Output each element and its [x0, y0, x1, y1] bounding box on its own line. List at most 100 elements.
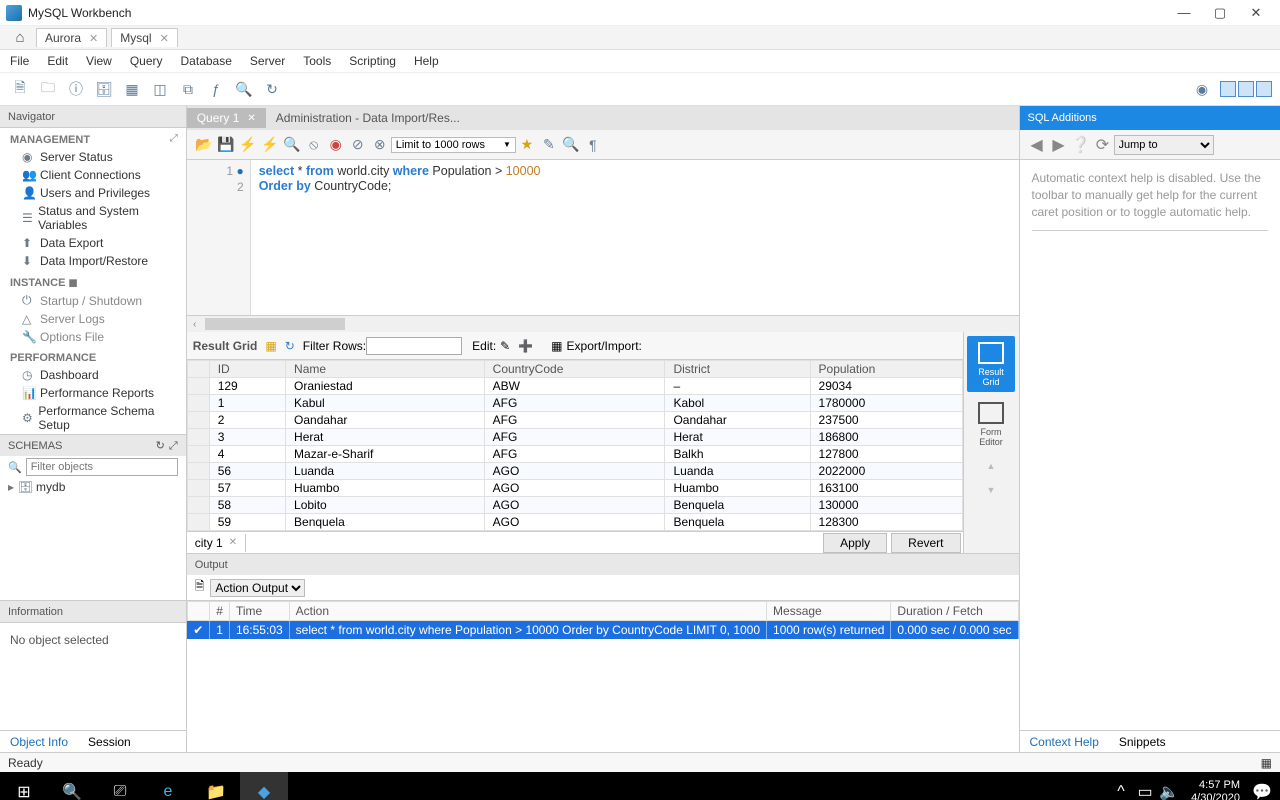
menu-file[interactable]: File — [10, 54, 29, 68]
result-grid[interactable]: ID Name CountryCode District Population … — [187, 360, 963, 531]
rollback-icon[interactable]: ⊘ — [347, 134, 369, 156]
connection-tab-mysql[interactable]: Mysql✕ — [111, 28, 178, 47]
table-row[interactable]: 59BenquelaAGOBenquela128300 — [187, 514, 962, 531]
nav-server-status[interactable]: ◉Server Status — [0, 148, 186, 166]
col-countrycode[interactable]: CountryCode — [484, 361, 665, 378]
save-icon[interactable]: 💾 — [215, 134, 237, 156]
apply-button[interactable]: Apply — [823, 533, 887, 553]
nav-dashboard[interactable]: ◷Dashboard — [0, 366, 186, 384]
table-row[interactable]: 57HuamboAGOHuambo163100 — [187, 480, 962, 497]
col-id[interactable]: ID — [209, 361, 285, 378]
nav-startup-shutdown[interactable]: ⏻Startup / Shutdown — [0, 291, 186, 310]
expand-icon[interactable]: ⤢ — [170, 133, 186, 144]
workbench-taskbar-icon[interactable]: ◆ — [240, 772, 288, 800]
round-icon[interactable]: ◉ — [1190, 77, 1214, 101]
table-row[interactable]: 56LuandaAGOLuanda2022000 — [187, 463, 962, 480]
menu-server[interactable]: Server — [250, 54, 285, 68]
beautify-icon[interactable]: ✎ — [538, 134, 560, 156]
sql-editor[interactable]: 1 ● 2 select * from world.city where Pop… — [187, 160, 1019, 316]
create-table-icon[interactable]: ▦ — [120, 77, 144, 101]
output-grid[interactable]: # Time Action Message Duration / Fetch ✔… — [187, 601, 1019, 639]
toggle-bottom-panel-button[interactable] — [1238, 81, 1254, 97]
table-row[interactable]: 129OraniestadABW–29034 — [187, 378, 962, 395]
editor-tab-admin[interactable]: Administration - Data Import/Res... — [266, 108, 470, 128]
next-icon[interactable]: ▶ — [1048, 135, 1070, 155]
refresh-icon[interactable]: ↻ — [156, 440, 165, 452]
execute-icon[interactable]: ⚡ — [237, 134, 259, 156]
minimize-button[interactable]: — — [1166, 5, 1202, 20]
menu-view[interactable]: View — [86, 54, 112, 68]
wrap-icon[interactable]: ¶ — [582, 134, 604, 156]
notifications-icon[interactable]: 💬 — [1250, 772, 1274, 800]
tab-snippets[interactable]: Snippets — [1109, 733, 1176, 751]
nav-server-logs[interactable]: △Server Logs — [0, 310, 186, 328]
create-schema-icon[interactable]: 🗄 — [92, 77, 116, 101]
maximize-button[interactable]: ▢ — [1202, 5, 1238, 21]
form-editor-view-button[interactable]: Form Editor — [967, 396, 1015, 452]
menu-scripting[interactable]: Scripting — [349, 54, 396, 68]
help-icon[interactable]: ❔ — [1070, 135, 1092, 155]
output-row[interactable]: ✔ 1 16:55:03 select * from world.city wh… — [187, 621, 1018, 640]
favorite-icon[interactable]: ★ — [516, 134, 538, 156]
nav-users-privileges[interactable]: 👤Users and Privileges — [0, 184, 186, 202]
schema-filter-input[interactable] — [26, 458, 178, 476]
home-icon[interactable]: ⌂ — [8, 29, 32, 46]
nav-data-export[interactable]: ⬆Data Export — [0, 234, 186, 252]
table-row[interactable]: 2OandaharAFGOandahar237500 — [187, 412, 962, 429]
result-tab-city1[interactable]: city 1✕ — [187, 534, 246, 552]
grid-icon[interactable]: ▦ — [265, 339, 276, 353]
commit-icon[interactable]: ◉ — [325, 134, 347, 156]
status-grid-icon[interactable]: ▦ — [1261, 756, 1272, 770]
tab-object-info[interactable]: Object Info — [0, 733, 78, 751]
nav-perf-schema-setup[interactable]: ⚙Performance Schema Setup — [0, 402, 186, 434]
col-population[interactable]: Population — [810, 361, 962, 378]
close-icon[interactable]: ✕ — [229, 537, 237, 548]
tray-volume-icon[interactable]: 🔈 — [1157, 772, 1181, 800]
filter-rows-input[interactable] — [366, 337, 462, 355]
explorer-icon[interactable]: 📁 — [192, 772, 240, 800]
close-button[interactable]: ✕ — [1238, 5, 1274, 21]
sql-hscrollbar[interactable]: ‹ — [187, 316, 1019, 332]
nav-options-file[interactable]: 🔧Options File — [0, 328, 186, 346]
autocommit-icon[interactable]: ⊗ — [369, 134, 391, 156]
expand-icon[interactable]: ⤢ — [169, 440, 178, 452]
nav-client-connections[interactable]: 👥Client Connections — [0, 166, 186, 184]
col-name[interactable]: Name — [286, 361, 485, 378]
menu-help[interactable]: Help — [414, 54, 439, 68]
open-sql-icon[interactable]: 🗀 — [36, 77, 60, 101]
edge-icon[interactable]: e — [144, 772, 192, 800]
tab-context-help[interactable]: Context Help — [1020, 733, 1109, 751]
close-icon[interactable]: ✕ — [89, 32, 98, 45]
menu-edit[interactable]: Edit — [47, 54, 68, 68]
connection-tab-aurora[interactable]: Aurora✕ — [36, 28, 107, 47]
limit-rows-dropdown[interactable]: Limit to 1000 rows▼ — [391, 137, 516, 153]
prev-icon[interactable]: ◀ — [1026, 135, 1048, 155]
search-icon[interactable]: 🔍 — [48, 772, 96, 800]
close-icon[interactable]: ✕ — [247, 113, 255, 124]
schema-item-mydb[interactable]: ▸🗄mydb — [0, 478, 186, 496]
create-view-icon[interactable]: ◫ — [148, 77, 172, 101]
result-grid-view-button[interactable]: Result Grid — [967, 336, 1015, 392]
edit-icon[interactable]: ✎ — [500, 339, 510, 353]
nav-up-button[interactable]: ▲ — [967, 456, 1015, 476]
sql-code[interactable]: select * from world.city where Populatio… — [251, 160, 1019, 315]
find-icon[interactable]: 🔍 — [560, 134, 582, 156]
tray-network-icon[interactable]: ▭ — [1133, 772, 1157, 800]
stop-icon[interactable]: ⦸ — [303, 134, 325, 156]
close-icon[interactable]: ✕ — [160, 32, 169, 45]
nav-data-import[interactable]: ⬇Data Import/Restore — [0, 252, 186, 270]
table-row[interactable]: 1KabulAFGKabol1780000 — [187, 395, 962, 412]
toggle-left-panel-button[interactable] — [1220, 81, 1236, 97]
editor-tab-query1[interactable]: Query 1✕ — [187, 108, 266, 128]
search-icon[interactable]: 🔍 — [232, 77, 256, 101]
output-type-select[interactable]: Action Output — [210, 579, 305, 597]
inspector-icon[interactable]: ⓘ — [64, 77, 88, 101]
table-row[interactable]: 58LobitoAGOBenquela130000 — [187, 497, 962, 514]
new-sql-tab-icon[interactable]: 🗎 — [8, 77, 32, 101]
execute-cursor-icon[interactable]: ⚡ — [259, 134, 281, 156]
open-file-icon[interactable]: 📂 — [193, 134, 215, 156]
start-button[interactable]: ⊞ — [0, 772, 48, 800]
taskview-icon[interactable]: ⎚ — [96, 772, 144, 800]
taskbar-clock[interactable]: 4:57 PM4/30/2020 — [1191, 779, 1240, 800]
nav-down-button[interactable]: ▼ — [967, 480, 1015, 500]
